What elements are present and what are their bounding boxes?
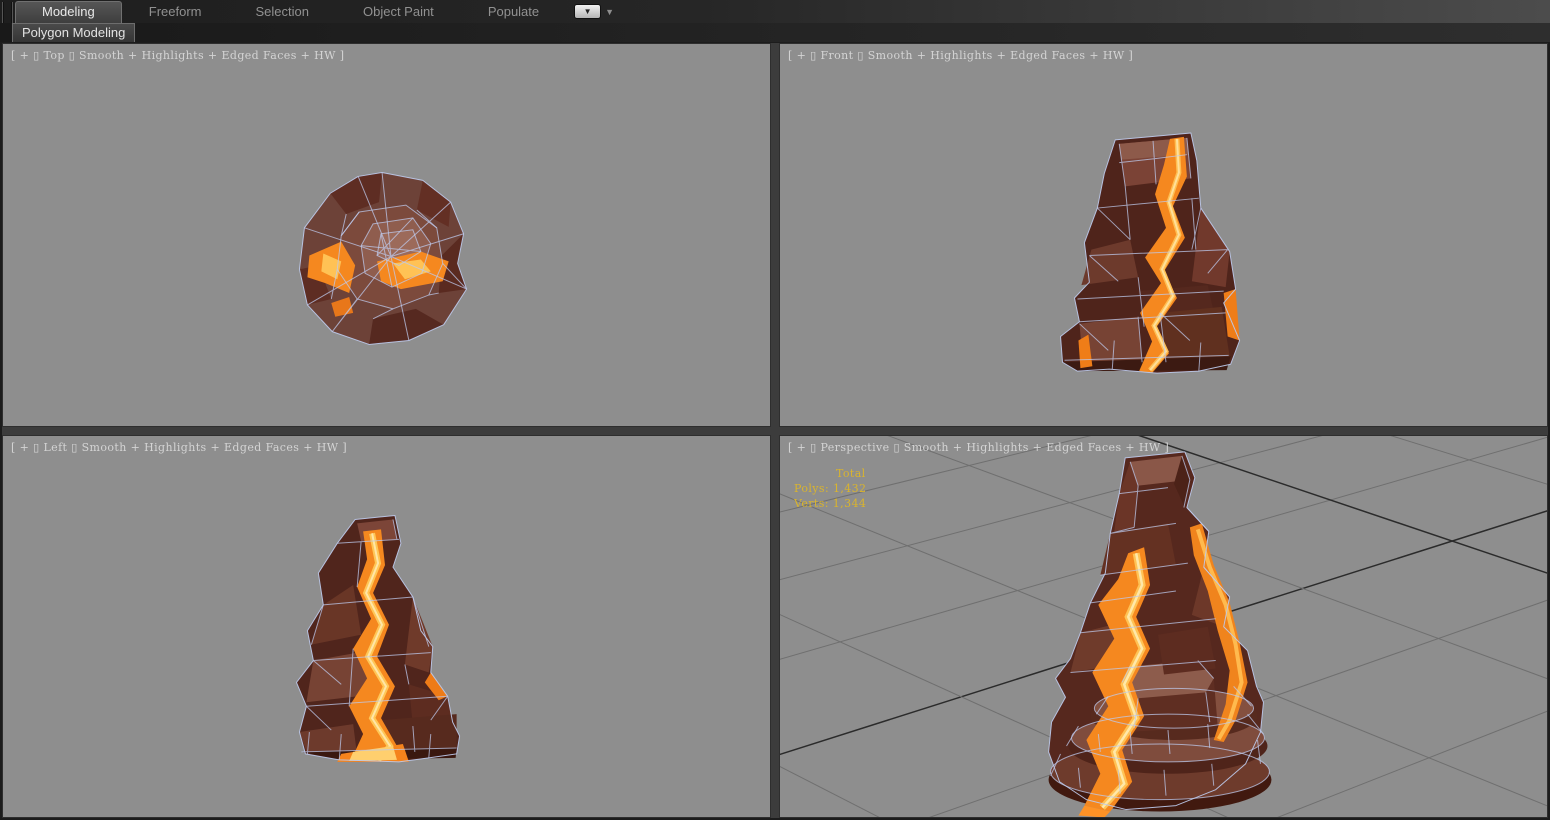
ribbon-display-toggle-button[interactable]: ▼ ▼ — [574, 4, 614, 19]
model-top-view — [298, 171, 468, 345]
model-perspective-view — [1048, 450, 1272, 817]
stats-polys: Polys: 1,432 — [794, 481, 867, 495]
viewport-perspective-label[interactable]: [ + ▯ Perspective ▯ Smooth + Highlights … — [788, 441, 1169, 454]
tab-selection[interactable]: Selection — [229, 1, 336, 23]
viewport-top-label[interactable]: [ + ▯ Top ▯ Smooth + Highlights + Edged … — [11, 49, 344, 62]
poly-count-readout: Total Polys: 1,432 Verts: 1,344 — [794, 466, 866, 511]
chevron-down-icon[interactable]: ▼ — [605, 7, 614, 17]
viewport-top[interactable]: [ + ▯ Top ▯ Smooth + Highlights + Edged … — [2, 43, 771, 427]
3ds-max-window: Modeling Freeform Selection Object Paint… — [0, 0, 1550, 820]
tab-populate[interactable]: Populate — [461, 1, 566, 23]
viewport-front[interactable]: [ + ▯ Front ▯ Smooth + Highlights + Edge… — [779, 43, 1548, 427]
panel-tab-polygon-modeling[interactable]: Polygon Modeling — [12, 23, 136, 42]
ribbon-minimize-icon[interactable]: ▼ — [574, 4, 602, 19]
stats-verts: Verts: 1,344 — [794, 496, 867, 510]
viewport-front-label[interactable]: [ + ▯ Front ▯ Smooth + Highlights + Edge… — [788, 49, 1133, 62]
viewport-grid: [ + ▯ Top ▯ Smooth + Highlights + Edged … — [0, 42, 1550, 820]
ribbon: Modeling Freeform Selection Object Paint… — [0, 0, 1550, 43]
tab-object-paint[interactable]: Object Paint — [336, 1, 461, 23]
rock-perspective — [1048, 451, 1272, 812]
model-front-view — [1060, 132, 1241, 374]
tab-freeform[interactable]: Freeform — [122, 1, 229, 23]
viewport-left-label[interactable]: [ + ▯ Left ▯ Smooth + Highlights + Edged… — [11, 441, 347, 454]
model-left-view — [295, 514, 461, 762]
stats-total-label: Total — [836, 466, 866, 480]
tab-modeling[interactable]: Modeling — [15, 1, 122, 23]
ribbon-grip-handle[interactable] — [2, 2, 13, 23]
viewport-left[interactable]: [ + ▯ Left ▯ Smooth + Highlights + Edged… — [2, 434, 771, 818]
ribbon-tab-bar: Modeling Freeform Selection Object Paint… — [0, 0, 1550, 23]
ribbon-panel-bar: Polygon Modeling — [0, 23, 1550, 43]
viewport-perspective[interactable]: [ + ▯ Perspective ▯ Smooth + Highlights … — [779, 434, 1548, 818]
